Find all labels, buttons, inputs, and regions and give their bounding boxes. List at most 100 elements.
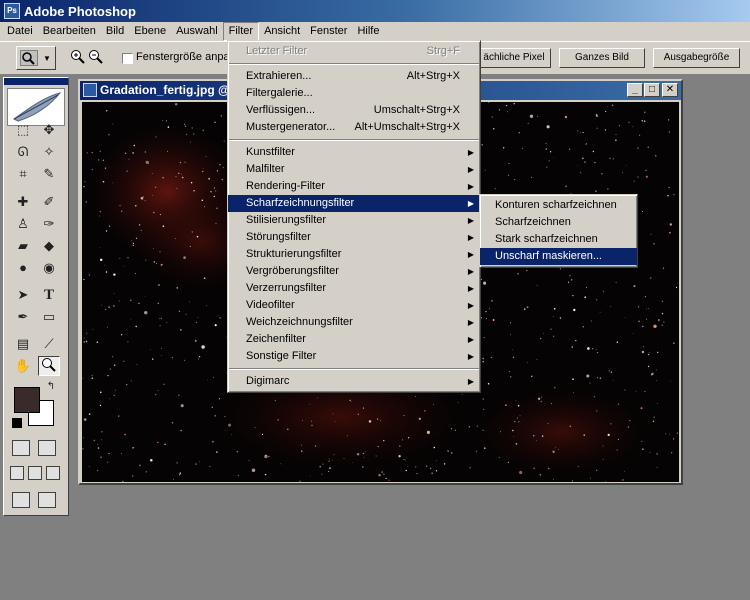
- standard-mode-icon[interactable]: [12, 440, 30, 456]
- menu-hilfe[interactable]: Hilfe: [352, 22, 384, 41]
- clone-stamp-tool-icon[interactable]: ♙: [12, 214, 34, 234]
- resize-window-label: Fenstergröße anpas: [136, 51, 236, 63]
- blur-tool-icon[interactable]: ●: [12, 258, 34, 278]
- submenu-item-sharpen-edges[interactable]: Konturen scharfzeichnen: [480, 197, 637, 214]
- menu-item-noise[interactable]: Störungsfilter ▶: [228, 229, 480, 246]
- jump-to-imageready-icon[interactable]: [12, 492, 30, 508]
- maximize-button[interactable]: □: [644, 83, 660, 97]
- filter-menu: Letzter Filter Strg+F Extrahieren... Alt…: [227, 40, 481, 393]
- menu-separator: [229, 139, 479, 141]
- menu-item-liquify[interactable]: Verflüssigen... Umschalt+Strg+X: [228, 102, 480, 119]
- close-button[interactable]: ✕: [662, 83, 678, 97]
- screen-mode-standard-icon[interactable]: [10, 466, 24, 480]
- submenu-item-sharpen[interactable]: Scharfzeichnen: [480, 214, 637, 231]
- lasso-tool-icon[interactable]: ᘏ: [12, 142, 34, 162]
- dodge-tool-icon[interactable]: ◉: [38, 258, 60, 278]
- menu-item-stylize[interactable]: Stilisierungsfilter ▶: [228, 212, 480, 229]
- shape-tool-icon[interactable]: ▭: [38, 307, 60, 327]
- sharpen-submenu: Konturen scharfzeichnen Scharfzeichnen S…: [479, 194, 638, 268]
- menu-item-filter-gallery[interactable]: Filtergalerie...: [228, 85, 480, 102]
- submenu-arrow-icon: ▶: [467, 267, 474, 276]
- submenu-arrow-icon: ▶: [467, 233, 474, 242]
- tool-preset-picker[interactable]: ▼: [16, 46, 56, 70]
- submenu-arrow-icon: ▶: [467, 318, 474, 327]
- submenu-arrow-icon: ▶: [467, 335, 474, 344]
- menu-separator: [229, 368, 479, 370]
- magic-wand-tool-icon[interactable]: ✧: [38, 142, 60, 162]
- zoom-out-icon[interactable]: [88, 49, 104, 65]
- document-icon: [83, 83, 97, 97]
- menu-item-label: Scharfzeichnungsfilter: [246, 197, 355, 209]
- menu-item-other[interactable]: Sonstige Filter ▶: [228, 348, 480, 365]
- foreground-color-swatch[interactable]: [14, 387, 40, 413]
- menu-item-distort[interactable]: Verzerrungsfilter ▶: [228, 280, 480, 297]
- brush-tool-icon[interactable]: ✐: [38, 192, 60, 212]
- toolbox: ⬚ ✥ ᘏ ✧ ⌗ ✎ ✚ ✐ ♙ ✑ ▰ ◆ ● ◉ ➤ T ✒ ▭ ▤ ⟋ …: [3, 77, 69, 516]
- menu-item-label: Störungsfilter: [246, 231, 311, 243]
- shortcut-label: Strg+F: [426, 45, 460, 57]
- paint-bucket-tool-icon[interactable]: ◆: [38, 236, 60, 256]
- pen-tool-icon[interactable]: ✒: [12, 307, 34, 327]
- photoshop-logo-icon: Ps: [4, 3, 20, 19]
- menu-item-sketch[interactable]: Zeichenfilter ▶: [228, 331, 480, 348]
- default-colors-icon[interactable]: [12, 418, 22, 428]
- toolbox-header[interactable]: [4, 78, 68, 85]
- menu-bild[interactable]: Bild: [101, 22, 129, 41]
- menu-datei[interactable]: Datei: [2, 22, 38, 41]
- minimize-button[interactable]: _: [627, 83, 643, 97]
- checkmark-icon[interactable]: [38, 492, 56, 508]
- submenu-arrow-icon: ▶: [467, 377, 474, 386]
- zoom-in-icon[interactable]: [70, 49, 86, 65]
- screen-mode-full-icon[interactable]: [46, 466, 60, 480]
- menu-ansicht[interactable]: Ansicht: [259, 22, 305, 41]
- screen-mode-full-menu-icon[interactable]: [28, 466, 42, 480]
- type-tool-icon[interactable]: T: [38, 285, 60, 305]
- resize-window-checkbox[interactable]: [122, 53, 133, 64]
- menu-item-artistic[interactable]: Kunstfilter ▶: [228, 144, 480, 161]
- notes-tool-icon[interactable]: ▤: [12, 334, 34, 354]
- menu-item-pattern-maker[interactable]: Mustergenerator... Alt+Umschalt+Strg+X: [228, 119, 480, 136]
- menu-auswahl[interactable]: Auswahl: [171, 22, 223, 41]
- marquee-tool-icon[interactable]: ⬚: [12, 120, 34, 140]
- app-title: Adobe Photoshop: [24, 3, 136, 19]
- menu-ebene[interactable]: Ebene: [129, 22, 171, 41]
- submenu-arrow-icon: ▶: [467, 284, 474, 293]
- healing-brush-tool-icon[interactable]: ✚: [12, 192, 34, 212]
- menu-item-label: Stilisierungsfilter: [246, 214, 327, 226]
- menu-filter[interactable]: Filter: [222, 22, 260, 41]
- menu-item-render[interactable]: Rendering-Filter ▶: [228, 178, 480, 195]
- menu-fenster[interactable]: Fenster: [305, 22, 352, 41]
- fit-screen-button[interactable]: Ganzes Bild: [559, 48, 645, 68]
- menu-item-label: Strukturierungsfilter: [246, 248, 342, 260]
- swap-colors-icon[interactable]: ↰: [44, 380, 58, 394]
- slice-tool-icon[interactable]: ✎: [38, 164, 60, 184]
- eraser-tool-icon[interactable]: ▰: [12, 236, 34, 256]
- menu-item-texture[interactable]: Strukturierungsfilter ▶: [228, 246, 480, 263]
- menu-item-sharpen[interactable]: Scharfzeichnungsfilter ▶: [228, 195, 480, 212]
- menu-bearbeiten[interactable]: Bearbeiten: [38, 22, 101, 41]
- menu-item-label: Weichzeichnungsfilter: [246, 316, 353, 328]
- menu-item-label: Sonstige Filter: [246, 350, 317, 362]
- history-brush-tool-icon[interactable]: ✑: [38, 214, 60, 234]
- quick-mask-mode-icon[interactable]: [38, 440, 56, 456]
- actual-pixels-button[interactable]: ächliche Pixel: [477, 48, 551, 68]
- eyedropper-tool-icon[interactable]: ⟋: [38, 334, 60, 354]
- submenu-item-unsharp-mask[interactable]: Unscharf maskieren...: [480, 248, 637, 265]
- menu-item-extract[interactable]: Extrahieren... Alt+Strg+X: [228, 68, 480, 85]
- path-selection-tool-icon[interactable]: ➤: [12, 285, 34, 305]
- hand-tool-icon[interactable]: ✋: [12, 356, 34, 376]
- print-size-button[interactable]: Ausgabegröße: [653, 48, 740, 68]
- move-tool-icon[interactable]: ✥: [38, 120, 60, 140]
- menu-item-brush-strokes[interactable]: Malfilter ▶: [228, 161, 480, 178]
- menu-item-pixelate[interactable]: Vergröberungsfilter ▶: [228, 263, 480, 280]
- zoom-tool-button[interactable]: [38, 356, 60, 376]
- menu-item-label: Verflüssigen...: [246, 104, 316, 116]
- submenu-item-sharpen-more[interactable]: Stark scharfzeichnen: [480, 231, 637, 248]
- menu-item-blur[interactable]: Weichzeichnungsfilter ▶: [228, 314, 480, 331]
- submenu-arrow-icon: ▶: [467, 199, 474, 208]
- submenu-arrow-icon: ▶: [467, 182, 474, 191]
- menu-item-digimarc[interactable]: Digimarc ▶: [228, 373, 480, 390]
- menu-item-label: Extrahieren...: [246, 70, 312, 82]
- crop-tool-icon[interactable]: ⌗: [12, 164, 34, 184]
- menu-item-video[interactable]: Videofilter ▶: [228, 297, 480, 314]
